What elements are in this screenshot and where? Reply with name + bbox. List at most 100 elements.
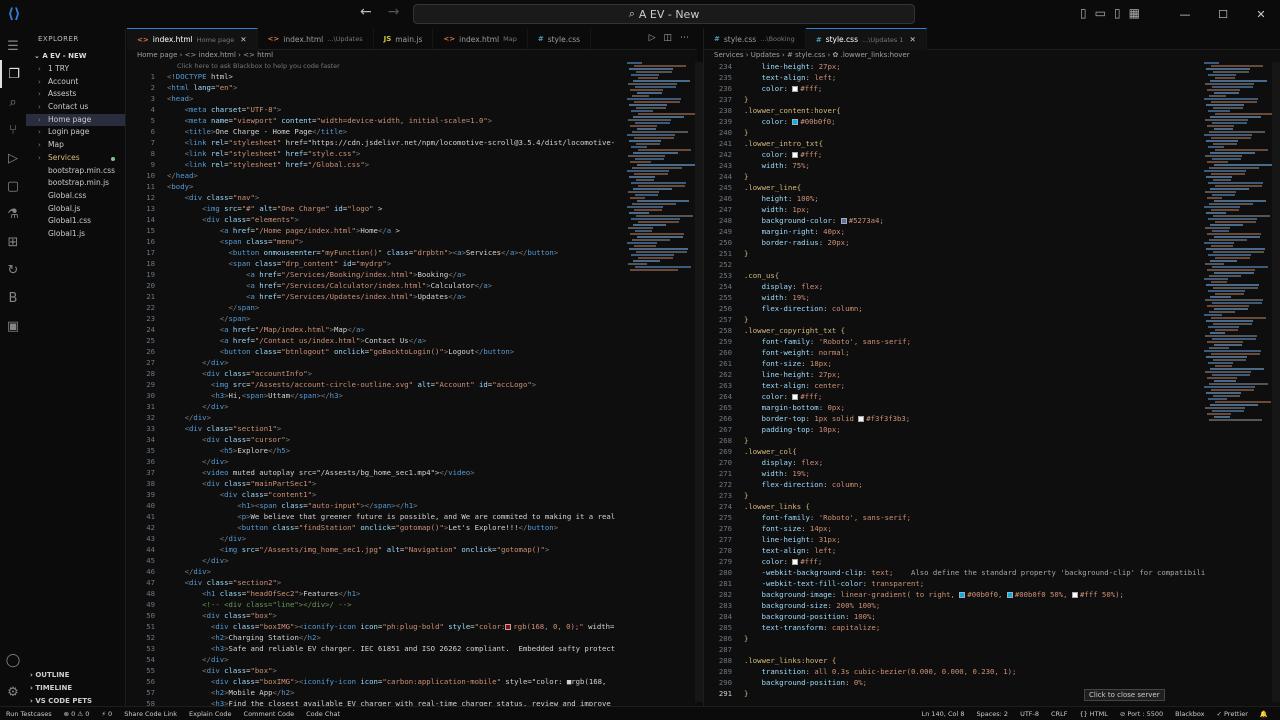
code-line[interactable]: 248 background-color: #5273a4; [704,215,1280,226]
code-line[interactable]: 265 margin-bottom: 0px; [704,402,1280,413]
code-line[interactable]: 257} [704,314,1280,325]
editor-tab[interactable]: <> index.html Map [433,28,528,50]
live-share-icon[interactable]: ↻ [0,256,26,284]
code-line[interactable]: 54 </div> [127,654,697,665]
code-line[interactable]: 31 </div> [127,401,697,412]
explorer-item[interactable]: › Assests [26,88,125,101]
code-line[interactable]: 33 <div class="section1"> [127,423,697,434]
code-line[interactable]: 279 color: #fff; [704,556,1280,567]
code-line[interactable]: 55 <div class="box"> [127,665,697,676]
code-line[interactable]: 283 background-size: 200% 100%; [704,600,1280,611]
code-line[interactable]: 36 </div> [127,456,697,467]
status-item[interactable]: Blackbox [1175,710,1204,718]
code-line[interactable]: 37 <video muted autoplay src="/Assests/b… [127,467,697,478]
code-line[interactable]: 243 width: 75%; [704,160,1280,171]
code-line[interactable]: 56 <div class="boxIMG"><iconify-icon ico… [127,676,697,687]
code-line[interactable]: 252 [704,259,1280,270]
editor-tab[interactable]: <> index.html Home page ✕ [127,28,258,50]
command-center-search[interactable]: ⌕ A EV - New [413,4,915,24]
code-line[interactable]: 277 line-height: 31px; [704,534,1280,545]
code-line[interactable]: 39 <div class="content1"> [127,489,697,500]
code-line[interactable]: 281 -webkit-text-fill-color: transparent… [704,578,1280,589]
left-scrollbar[interactable] [695,62,703,702]
code-line[interactable]: 246 height: 100%; [704,193,1280,204]
status-item[interactable]: Share Code Link [124,710,177,718]
code-line[interactable]: 253 .con_us{ [704,270,1280,281]
code-line[interactable]: 266 border-top: 1px solid #f3f3f3b3; [704,413,1280,424]
explorer-item[interactable]: › Login page [26,126,125,139]
blackbox-hint[interactable]: Click here to ask Blackbox to help you c… [127,61,697,71]
status-item[interactable]: Explain Code [189,710,232,718]
code-line[interactable]: 12 <div class="nav"> [127,192,697,203]
status-item[interactable]: ⊗ 0 ⚠ 0 [64,710,90,718]
code-line[interactable]: 290 background-position: 0%; [704,677,1280,688]
toggle-panel-icon[interactable]: ▭ [1095,6,1106,20]
toggle-secondary-sidebar-icon[interactable]: ▯ [1114,6,1121,20]
code-line[interactable]: 272 flex-direction: column; [704,479,1280,490]
code-line[interactable]: 289 transition: all 0.3s cubic-bezier(0.… [704,666,1280,677]
code-line[interactable]: 263 text-align: center; [704,380,1280,391]
code-line[interactable]: 262 line-height: 27px; [704,369,1280,380]
code-line[interactable]: 284 background-position: 100%; [704,611,1280,622]
code-line[interactable]: 30 <h3>Hi,<span>Uttam</span></h3> [127,390,697,401]
code-line[interactable]: 29 <img src="/Assests/account-circle-out… [127,379,697,390]
code-line[interactable]: 276 font-size: 14px; [704,523,1280,534]
status-item[interactable]: Comment Code [244,710,295,718]
editor-tab[interactable]: JS main.js [374,28,434,50]
code-line[interactable]: 47 <div class="section2"> [127,577,697,588]
code-line[interactable]: 17 <button onmouseenter="myFunction()" c… [127,247,697,258]
code-line[interactable]: 16 <span class="menu"> [127,236,697,247]
code-line[interactable]: 57 <h2>Mobile App</h2> [127,687,697,698]
blackbox-icon[interactable]: B [0,284,26,312]
code-line[interactable]: 44 <img src="/Assests/img_home_sec1.jpg"… [127,544,697,555]
code-line[interactable]: 273} [704,490,1280,501]
code-line[interactable]: 49 <!-- <div class="line"></div>/ --> [127,599,697,610]
code-line[interactable]: 275 font-family: 'Roboto', sans-serif; [704,512,1280,523]
code-line[interactable]: 15 <a href="/Home page/index.html">Home<… [127,225,697,236]
explorer-item[interactable]: Global.js [26,203,125,216]
code-line[interactable]: 258 .lowwer_copyright_txt { [704,325,1280,336]
code-line[interactable]: 251} [704,248,1280,259]
more-actions-icon[interactable]: ⋯ [680,33,689,43]
right-code-area[interactable]: 234 line-height: 27px; 235 text-align: le… [704,61,1280,706]
left-code-area[interactable]: 1 <!DOCTYPE html> 2 <html lang="en"> 3 <head>… [127,71,697,708]
forward-arrow-icon[interactable]: → [388,4,400,20]
code-line[interactable]: 27 </div> [127,357,697,368]
maximize-button[interactable]: ☐ [1204,0,1242,28]
code-line[interactable]: 236 color: #fff; [704,83,1280,94]
code-line[interactable]: 2 <html lang="en"> [127,82,697,93]
status-item[interactable]: UTF-8 [1020,710,1039,718]
code-line[interactable]: 234 line-height: 27px; [704,61,1280,72]
explorer-item[interactable]: › Account [26,76,125,89]
code-line[interactable]: 270 display: flex; [704,457,1280,468]
code-line[interactable]: 282 background-image: linear-gradient( t… [704,589,1280,600]
code-line[interactable]: 287 [704,644,1280,655]
code-line[interactable]: 10 </head> [127,170,697,181]
code-line[interactable]: 32 </div> [127,412,697,423]
code-line[interactable]: 267 padding-top: 10px; [704,424,1280,435]
code-line[interactable]: 9 <link rel="stylesheet" href="/Global.c… [127,159,697,170]
explorer-item[interactable]: Global1.css [26,215,125,228]
code-line[interactable]: 255 width: 19%; [704,292,1280,303]
explorer-item[interactable]: › 1 TRY [26,63,125,76]
editor-tab[interactable]: # style.css ...\Booking [704,28,806,50]
close-window-button[interactable]: ✕ [1242,0,1280,28]
split-editor-icon[interactable]: ◫ [663,33,672,43]
code-line[interactable]: 235 text-align: left; [704,72,1280,83]
code-line[interactable]: 268} [704,435,1280,446]
code-line[interactable]: 3 <head> [127,93,697,104]
code-line[interactable]: 8 <link rel="stylesheet" href="style.css… [127,148,697,159]
extensions-icon[interactable]: ⊞ [0,228,26,256]
code-line[interactable]: 51 <div class="boxIMG"><iconify-icon ico… [127,621,697,632]
code-line[interactable]: 1 <!DOCTYPE html> [127,71,697,82]
code-line[interactable]: 6 <title>One Charge - Home Page</title> [127,126,697,137]
code-line[interactable]: 238 .lowwer_content:hover{ [704,105,1280,116]
remote-explorer-icon[interactable]: ▢ [0,172,26,200]
code-line[interactable]: 35 <h5>Explore</h5> [127,445,697,456]
code-line[interactable]: 40 <h1><span class="auto-input"></span><… [127,500,697,511]
code-line[interactable]: 274 .lowwer_links { [704,501,1280,512]
code-line[interactable]: 264 color: #fff; [704,391,1280,402]
minimize-button[interactable]: — [1166,0,1204,28]
left-minimap[interactable] [627,62,697,292]
code-line[interactable]: 271 width: 19%; [704,468,1280,479]
